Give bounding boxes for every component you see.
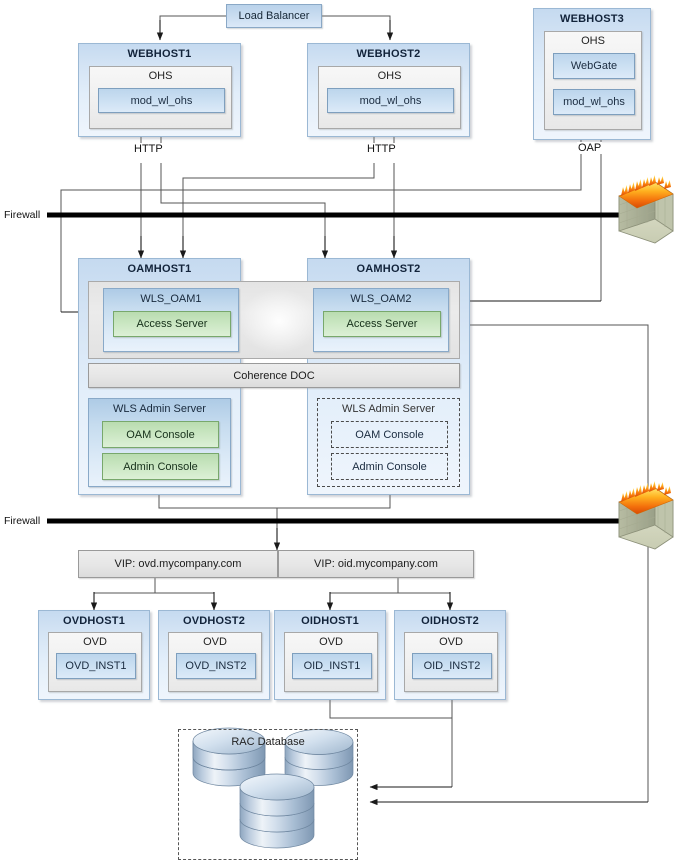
instance-ovd-inst1-label: OVD_INST1 bbox=[65, 660, 127, 672]
component-ovd-ovdhost2-label: OVD bbox=[203, 636, 227, 648]
server-wls-admin-oamhost1[interactable]: WLS Admin Server OAM Console Admin Conso… bbox=[88, 398, 231, 487]
instance-ovd-inst2[interactable]: OVD_INST2 bbox=[176, 653, 256, 679]
load-balancer-label: Load Balancer bbox=[238, 10, 310, 22]
host-webhost3[interactable]: WEBHOST3 OHS WebGate mod_wl_ohs bbox=[533, 8, 651, 140]
vip-ovd-bar[interactable]: VIP: ovd.mycompany.com bbox=[78, 550, 278, 578]
module-mod-wl-ohs-webhost2[interactable]: mod_wl_ohs bbox=[327, 88, 454, 113]
module-webgate-webhost3-label: WebGate bbox=[570, 60, 618, 72]
load-balancer-node[interactable]: Load Balancer bbox=[226, 4, 322, 28]
firewall-label-1: Firewall bbox=[4, 209, 41, 221]
server-wls-admin-oamhost2-title: WLS Admin Server bbox=[342, 403, 435, 415]
coherence-doc-bar[interactable]: Coherence DOC bbox=[88, 363, 460, 388]
vip-ovd-label: VIP: ovd.mycompany.com bbox=[114, 558, 242, 570]
server-wls-admin-oamhost2[interactable]: WLS Admin Server OAM Console Admin Conso… bbox=[317, 398, 460, 487]
module-access-server-oamhost1-label: Access Server bbox=[136, 318, 208, 330]
component-ohs-webhost1-label: OHS bbox=[148, 70, 173, 82]
module-oam-console-oamhost1[interactable]: OAM Console bbox=[102, 421, 219, 448]
host-oamhost1-title: OAMHOST1 bbox=[127, 263, 192, 275]
instance-oid-inst2-label: OID_INST2 bbox=[423, 660, 481, 672]
component-ohs-webhost3-label: OHS bbox=[581, 35, 605, 47]
component-ovd-oidhost2[interactable]: OVD OID_INST2 bbox=[404, 632, 498, 692]
component-ovd-oidhost1-label: OVD bbox=[319, 636, 343, 648]
module-mod-wl-ohs-webhost1-label: mod_wl_ohs bbox=[130, 94, 193, 107]
module-mod-wl-ohs-webhost2-label: mod_wl_ohs bbox=[359, 94, 422, 107]
host-oidhost2-title: OIDHOST2 bbox=[421, 615, 479, 627]
module-admin-console-oamhost1[interactable]: Admin Console bbox=[102, 453, 219, 480]
host-webhost1[interactable]: WEBHOST1 OHS mod_wl_ohs bbox=[78, 43, 241, 137]
module-admin-console-oamhost2[interactable]: Admin Console bbox=[331, 453, 448, 480]
module-oam-console-oamhost1-label: OAM Console bbox=[126, 428, 195, 441]
module-admin-console-oamhost2-label: Admin Console bbox=[352, 460, 427, 473]
server-wls-oam2-title: WLS_OAM2 bbox=[350, 293, 412, 305]
server-wls-oam2[interactable]: WLS_OAM2 Access Server bbox=[313, 288, 449, 352]
module-access-server-oamhost2-label: Access Server bbox=[346, 318, 418, 330]
module-admin-console-oamhost1-label: Admin Console bbox=[123, 460, 198, 473]
server-wls-admin-oamhost1-title: WLS Admin Server bbox=[113, 403, 206, 415]
module-mod-wl-ohs-webhost3-label: mod_wl_ohs bbox=[563, 96, 625, 108]
host-oidhost2[interactable]: OIDHOST2 OVD OID_INST2 bbox=[394, 610, 506, 700]
module-oam-console-oamhost2[interactable]: OAM Console bbox=[331, 421, 448, 448]
host-oidhost1[interactable]: OIDHOST1 OVD OID_INST1 bbox=[274, 610, 386, 700]
architecture-diagram: Load Balancer WEBHOST1 OHS mod_wl_ohs HT… bbox=[0, 0, 675, 867]
edge-label-http-webhost2: HTTP bbox=[366, 143, 397, 155]
component-ovd-ovdhost1-label: OVD bbox=[83, 636, 107, 648]
host-ovdhost2[interactable]: OVDHOST2 OVD OVD_INST2 bbox=[158, 610, 270, 700]
firewall-icon-1 bbox=[618, 175, 674, 244]
host-oamhost2-title: OAMHOST2 bbox=[356, 263, 421, 275]
component-ovd-ovdhost1[interactable]: OVD OVD_INST1 bbox=[48, 632, 142, 692]
module-mod-wl-ohs-webhost3[interactable]: mod_wl_ohs bbox=[553, 89, 635, 115]
server-wls-oam1[interactable]: WLS_OAM1 Access Server bbox=[103, 288, 239, 352]
module-access-server-oamhost1[interactable]: Access Server bbox=[113, 311, 231, 337]
instance-oid-inst1-label: OID_INST1 bbox=[303, 660, 361, 672]
host-ovdhost1[interactable]: OVDHOST1 OVD OVD_INST1 bbox=[38, 610, 150, 700]
firewall-label-2: Firewall bbox=[4, 515, 41, 527]
server-wls-oam1-title: WLS_OAM1 bbox=[140, 293, 202, 305]
instance-ovd-inst1[interactable]: OVD_INST1 bbox=[56, 653, 136, 679]
module-webgate-webhost3[interactable]: WebGate bbox=[553, 53, 635, 79]
component-ohs-webhost2[interactable]: OHS mod_wl_ohs bbox=[318, 66, 461, 129]
instance-oid-inst2[interactable]: OID_INST2 bbox=[412, 653, 492, 679]
host-oidhost1-title: OIDHOST1 bbox=[301, 615, 359, 627]
component-ovd-oidhost1[interactable]: OVD OID_INST1 bbox=[284, 632, 378, 692]
edge-label-http-webhost1: HTTP bbox=[133, 143, 164, 155]
rac-database-label: RAC Database bbox=[231, 736, 305, 748]
component-ohs-webhost3[interactable]: OHS WebGate mod_wl_ohs bbox=[544, 31, 642, 130]
component-ohs-webhost2-label: OHS bbox=[377, 70, 402, 82]
component-ohs-webhost1[interactable]: OHS mod_wl_ohs bbox=[89, 66, 232, 129]
edge-label-oap-webhost3: OAP bbox=[577, 142, 603, 154]
cluster-glow bbox=[239, 288, 319, 354]
module-access-server-oamhost2[interactable]: Access Server bbox=[323, 311, 441, 337]
host-webhost2-title: WEBHOST2 bbox=[356, 48, 421, 60]
host-webhost1-title: WEBHOST1 bbox=[127, 48, 192, 60]
component-ovd-ovdhost2[interactable]: OVD OVD_INST2 bbox=[168, 632, 262, 692]
host-ovdhost2-title: OVDHOST2 bbox=[182, 615, 246, 627]
host-webhost3-title: WEBHOST3 bbox=[560, 13, 624, 25]
vip-oid-bar[interactable]: VIP: oid.mycompany.com bbox=[278, 550, 474, 578]
instance-oid-inst1[interactable]: OID_INST1 bbox=[292, 653, 372, 679]
instance-ovd-inst2-label: OVD_INST2 bbox=[185, 660, 247, 672]
component-ovd-oidhost2-label: OVD bbox=[439, 636, 463, 648]
host-webhost2[interactable]: WEBHOST2 OHS mod_wl_ohs bbox=[307, 43, 470, 137]
host-ovdhost1-title: OVDHOST1 bbox=[62, 615, 126, 627]
rac-database-boundary[interactable]: RAC Database bbox=[178, 729, 358, 860]
module-mod-wl-ohs-webhost1[interactable]: mod_wl_ohs bbox=[98, 88, 225, 113]
module-oam-console-oamhost2-label: OAM Console bbox=[355, 428, 424, 441]
firewall-icon-2 bbox=[618, 481, 674, 550]
vip-oid-label: VIP: oid.mycompany.com bbox=[314, 558, 438, 570]
coherence-doc-label: Coherence DOC bbox=[233, 369, 315, 382]
